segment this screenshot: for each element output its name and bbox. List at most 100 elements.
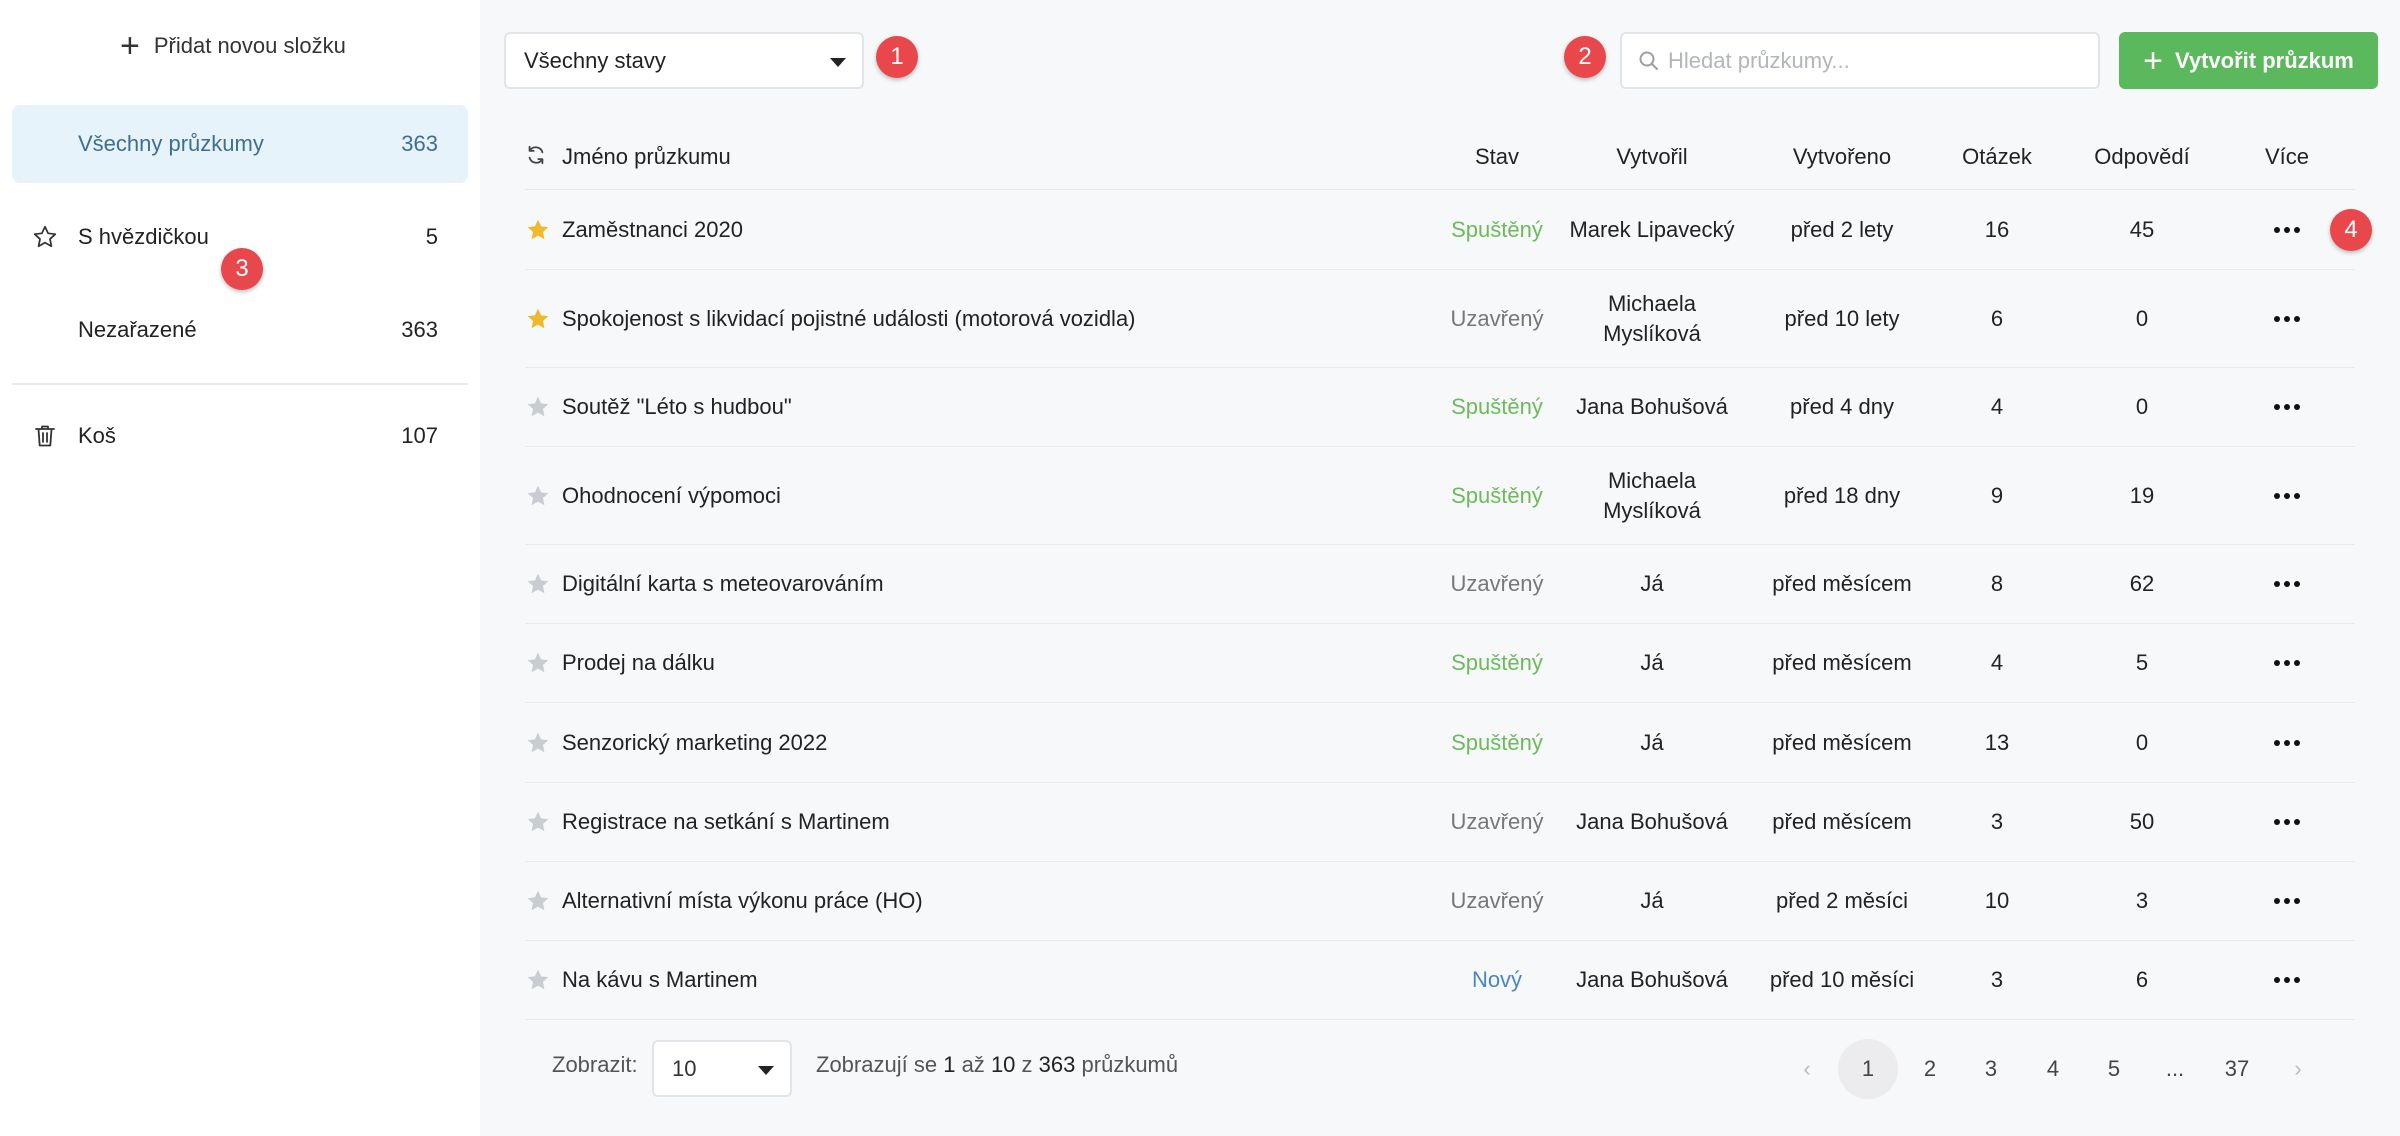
- star-filled-icon[interactable]: [525, 306, 551, 337]
- survey-name[interactable]: Alternativní místa výkonu práce (HO): [562, 862, 1432, 940]
- star-filled-icon[interactable]: [525, 217, 551, 248]
- table-row[interactable]: Soutěž "Léto s hudbou" Spuštěný Jana Bohuš…: [525, 368, 2355, 447]
- survey-questions: 16: [1984, 217, 2010, 242]
- survey-created-by: Michaela Myslíková: [1603, 467, 1701, 523]
- per-page-dropdown[interactable]: 10: [652, 1040, 792, 1097]
- star-icon[interactable]: [525, 483, 551, 514]
- survey-name[interactable]: Spokojenost s likvidací pojistné událost…: [562, 270, 1432, 367]
- survey-status: Uzavřený: [1450, 809, 1544, 834]
- star-icon[interactable]: [525, 571, 551, 602]
- info-to: 10: [990, 1052, 1016, 1077]
- prev-page-button[interactable]: ‹: [1777, 1039, 1837, 1099]
- table-row[interactable]: Registrace na setkání s Martinem Uzavřený…: [525, 783, 2355, 862]
- survey-name[interactable]: Digitální karta s meteovarováním: [562, 545, 1432, 623]
- page-4-button[interactable]: 4: [2023, 1039, 2083, 1099]
- page-5-button[interactable]: 5: [2084, 1039, 2144, 1099]
- folder-label: S hvězdičkou: [78, 224, 209, 249]
- table-row[interactable]: Zaměstnanci 2020 Spuštěný Marek Lipavecký p…: [525, 191, 2355, 270]
- header-created[interactable]: Vytvořeno: [1742, 124, 1942, 190]
- page-1-button[interactable]: 1: [1838, 1039, 1898, 1099]
- page-37-button[interactable]: 37: [2207, 1039, 2267, 1099]
- star-icon[interactable]: [525, 730, 551, 761]
- survey-answers: 62: [2129, 571, 2155, 596]
- more-options-icon[interactable]: [2274, 660, 2300, 666]
- more-options-icon[interactable]: [2274, 977, 2300, 983]
- add-folder-button[interactable]: + Přidat novou složku: [120, 26, 346, 66]
- survey-name[interactable]: Zaměstnanci 2020: [562, 191, 1432, 269]
- survey-questions: 10: [1984, 888, 2010, 913]
- table-row[interactable]: Prodej na dálku Spuštěný Já před měsícem 4 5: [525, 624, 2355, 703]
- survey-questions: 6: [1990, 305, 2004, 331]
- search-icon: [1638, 50, 1660, 77]
- survey-created-by: Jana Bohušová: [1576, 394, 1728, 419]
- more-options-icon[interactable]: [2274, 227, 2300, 233]
- survey-status: Spuštěný: [1451, 394, 1543, 419]
- more-options-icon[interactable]: [2274, 739, 2300, 746]
- survey-status: Spuštěný: [1451, 217, 1543, 242]
- survey-questions: 4: [1990, 650, 2004, 675]
- create-survey-button[interactable]: + Vytvořit průzkum: [2119, 32, 2378, 89]
- more-options-cell: [2232, 862, 2342, 940]
- survey-status: Spuštěný: [1451, 482, 1543, 508]
- survey-name[interactable]: Registrace na setkání s Martinem: [562, 783, 1432, 861]
- survey-answers: 6: [2135, 967, 2149, 992]
- header-answers[interactable]: Odpovědí: [2052, 124, 2232, 190]
- table-row[interactable]: Senzorický marketing 2022 Spuštěný Já před …: [525, 703, 2355, 783]
- per-page-value: 10: [672, 1055, 697, 1081]
- folder-label: Koš: [78, 423, 116, 448]
- table-row[interactable]: Alternativní místa výkonu práce (HO) Uzav…: [525, 862, 2355, 941]
- header-status[interactable]: Stav: [1432, 124, 1562, 190]
- survey-questions: 4: [1990, 394, 2004, 419]
- search-input[interactable]: [1668, 34, 2088, 87]
- table-row[interactable]: Na kávu s Martinem Nový Jana Bohušová před …: [525, 941, 2355, 1020]
- survey-answers: 19: [2129, 482, 2155, 508]
- more-options-cell: [2232, 270, 2342, 367]
- page-2-button[interactable]: 2: [1900, 1039, 1960, 1099]
- add-folder-label: Přidat novou složku: [153, 33, 346, 58]
- survey-name[interactable]: Ohodnocení výpomoci: [562, 447, 1432, 544]
- survey-name[interactable]: Prodej na dálku: [562, 624, 1432, 702]
- more-options-cell: [2232, 783, 2342, 861]
- table-row[interactable]: Digitální karta s meteovarováním Uzavřený…: [525, 545, 2355, 624]
- more-options-cell: [2232, 368, 2342, 446]
- survey-name[interactable]: Soutěž "Léto s hudbou": [562, 368, 1432, 446]
- star-icon[interactable]: [525, 650, 551, 681]
- table-row[interactable]: Spokojenost s likvidací pojistné událost…: [525, 270, 2355, 368]
- folder-all-surveys[interactable]: Všechny průzkumy 363: [12, 105, 468, 183]
- survey-answers: 0: [2135, 305, 2149, 331]
- more-options-icon[interactable]: [2274, 315, 2300, 322]
- create-survey-label: Vytvořit průzkum: [2174, 47, 2354, 73]
- more-options-icon[interactable]: [2274, 404, 2300, 410]
- star-icon[interactable]: [525, 967, 551, 998]
- folder-uncategorized[interactable]: Nezařazené 363: [12, 291, 468, 369]
- survey-name[interactable]: Senzorický marketing 2022: [562, 703, 1432, 782]
- header-questions[interactable]: Otázek: [1942, 124, 2052, 190]
- next-page-button[interactable]: ›: [2268, 1039, 2328, 1099]
- status-filter-dropdown[interactable]: Všechny stavy: [504, 32, 864, 89]
- survey-created: před 2 měsíci: [1775, 888, 1909, 913]
- annotation-badge-4: 4: [2330, 209, 2372, 251]
- header-name[interactable]: Jméno průzkumu: [562, 124, 1432, 190]
- pagination-info: Zobrazují se 1 až 10 z 363 průzkumů: [816, 1052, 1178, 1078]
- more-options-icon[interactable]: [2274, 898, 2300, 904]
- folder-trash[interactable]: Koš 107: [12, 397, 468, 475]
- star-icon[interactable]: [525, 809, 551, 840]
- folder-count: 363: [401, 317, 438, 342]
- survey-status: Uzavřený: [1450, 571, 1544, 596]
- annotation-badge-2: 2: [1564, 36, 1606, 78]
- sidebar-divider: [12, 383, 468, 385]
- survey-created: před měsícem: [1772, 650, 1912, 675]
- table-row[interactable]: Ohodnocení výpomoci Spuštěný Michaela Mysl…: [525, 447, 2355, 545]
- survey-created-by: Já: [1640, 650, 1664, 675]
- star-icon[interactable]: [525, 888, 551, 919]
- refresh-icon[interactable]: [525, 144, 547, 172]
- more-options-icon[interactable]: [2274, 581, 2300, 587]
- survey-created-by: Já: [1640, 729, 1664, 755]
- caret-down-icon: [830, 58, 846, 67]
- more-options-icon[interactable]: [2274, 492, 2300, 499]
- header-created-by[interactable]: Vytvořil: [1562, 124, 1742, 190]
- more-options-icon[interactable]: [2274, 819, 2300, 825]
- star-icon[interactable]: [525, 394, 551, 425]
- survey-name[interactable]: Na kávu s Martinem: [562, 941, 1432, 1019]
- page-3-button[interactable]: 3: [1961, 1039, 2021, 1099]
